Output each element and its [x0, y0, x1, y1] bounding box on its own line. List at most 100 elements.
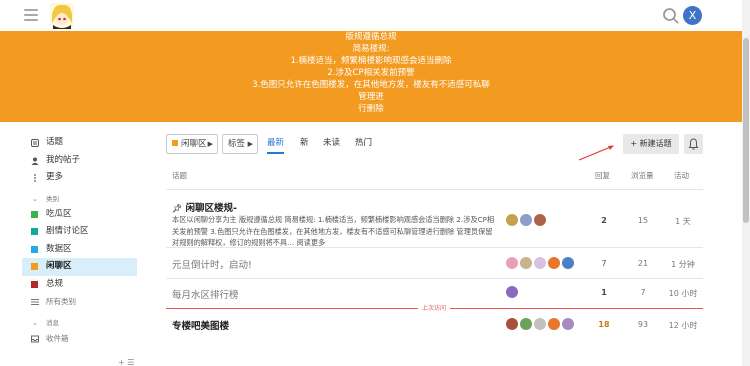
column-replies[interactable]: 回复 — [595, 170, 610, 181]
topic-title[interactable]: 元旦倒计时，启动! — [172, 257, 252, 271]
view-count: 15 — [637, 216, 649, 225]
avatar[interactable] — [534, 257, 546, 269]
column-topic[interactable]: 话题 — [172, 170, 187, 181]
topic-title[interactable]: 每月水区排行榜 — [172, 287, 239, 301]
sidebar-item-label: 总规 — [46, 278, 64, 289]
avatar[interactable] — [534, 214, 546, 226]
user-avatar[interactable]: X — [683, 6, 702, 25]
avatar[interactable] — [548, 257, 560, 269]
topic-controls: 闲聊区 ▶ 标签 ▶ 最新 新 未读 热门 + 新建话题 — [166, 134, 703, 154]
hamburger-menu-icon[interactable] — [24, 9, 38, 21]
notification-bell-button[interactable] — [684, 134, 703, 154]
category-color-swatch — [31, 228, 38, 235]
more-vertical-icon — [34, 174, 36, 182]
sidebar-item-label: 剧情讨论区 — [46, 226, 89, 236]
activity-time[interactable]: 12 小时 — [666, 320, 700, 331]
avatar[interactable] — [562, 257, 574, 269]
sidebar-item-label: 闲聊区 — [46, 261, 72, 271]
category-color-swatch — [172, 140, 178, 146]
reply-count[interactable]: 1 — [589, 288, 619, 297]
topic-title-text: 闲聊区楼规- — [185, 203, 237, 214]
table-header: 话题 回复 浏览量 活动 — [166, 158, 703, 190]
avatar[interactable] — [520, 318, 532, 330]
avatar[interactable] — [506, 318, 518, 330]
sidebar-item-label: 吃瓜区 — [46, 208, 72, 219]
table-row[interactable]: 元旦倒计时，启动! 7 21 1 分钟 — [166, 248, 703, 279]
activity-time[interactable]: 10 小时 — [666, 288, 700, 299]
new-topic-button[interactable]: + 新建话题 — [623, 134, 679, 154]
messages-heading: 消息 — [46, 318, 59, 327]
avatar[interactable] — [520, 257, 532, 269]
column-views[interactable]: 浏览量 — [631, 170, 654, 181]
column-activity[interactable]: 活动 — [674, 170, 689, 181]
sidebar-category-general-rules[interactable]: 总规 — [22, 276, 137, 294]
sidebar-category-data[interactable]: 数据区 — [22, 241, 137, 259]
sidebar-item-my-posts[interactable]: 我的帖子 — [22, 152, 137, 170]
sidebar-item-label: 更多 — [46, 172, 64, 182]
topic-title[interactable]: 专楼吧美图楼 — [172, 318, 229, 332]
sidebar-item-label: 收件箱 — [46, 333, 69, 343]
inbox-icon — [31, 335, 39, 342]
sidebar-item-more[interactable]: 更多 — [22, 169, 137, 187]
reply-count[interactable]: 18 — [589, 320, 619, 329]
caret-right-icon: ▶ — [207, 140, 213, 148]
messages-section-header[interactable]: ⌄ 消息 — [22, 316, 137, 330]
sidebar-all-categories[interactable]: 所有类别 — [22, 293, 137, 311]
caret-right-icon: ▶ — [247, 140, 253, 148]
top-header: X — [0, 0, 742, 31]
category-color-swatch — [31, 245, 38, 253]
search-icon[interactable] — [662, 7, 680, 25]
bell-icon — [688, 138, 699, 150]
sidebar-category-eating-melon[interactable]: 吃瓜区 — [22, 206, 137, 224]
tab-unread[interactable]: 未读 — [323, 134, 340, 152]
category-dropdown-label: 闲聊区 — [181, 139, 207, 149]
reply-count[interactable]: 2 — [589, 216, 619, 225]
avatar[interactable] — [506, 214, 518, 226]
scrollbar-thumb[interactable] — [743, 38, 749, 223]
banner-line: 2.涉及CP相关发前预警 — [327, 68, 415, 78]
banner-line: 3.色图只允许在色图楼发，在其他地方发，楼友有不适感可私聊管理进 — [252, 80, 490, 102]
avatar[interactable] — [506, 286, 518, 298]
user-icon — [31, 157, 39, 165]
category-color-swatch — [31, 263, 38, 270]
banner-line: 1.楠楼适当，频繁楠楼影响观感会适当删除 — [290, 56, 452, 66]
banner-line: 行删除 — [358, 104, 384, 114]
sidebar-item-label: 我的帖子 — [46, 154, 81, 165]
categories-section-header[interactable]: ⌄ 类别 — [22, 192, 137, 206]
avatar[interactable] — [520, 214, 532, 226]
tab-hot[interactable]: 热门 — [355, 134, 372, 152]
table-row[interactable]: 专楼吧美图楼 18 93 12 小时 — [166, 309, 703, 339]
topics-icon — [31, 139, 39, 147]
activity-time[interactable]: 1 分钟 — [666, 259, 700, 270]
activity-time[interactable]: 1 天 — [666, 216, 700, 227]
view-count: 21 — [637, 259, 649, 268]
categories-heading: 类别 — [46, 194, 59, 203]
table-row[interactable]: 📌︎ 闲聊区楼规- 本区以闲聊分享为主 版规遵循总规 简易楼规: 1.楠楼适当，… — [166, 190, 703, 248]
view-count: 7 — [640, 288, 646, 297]
category-dropdown[interactable]: 闲聊区 ▶ — [166, 134, 218, 154]
sidebar-footer-icons[interactable]: + ☰ — [118, 358, 134, 366]
sidebar-item-topics[interactable]: 话题 — [22, 134, 137, 152]
reply-count[interactable]: 7 — [589, 259, 619, 268]
banner-line: 简易楼规: — [352, 44, 390, 54]
chevron-down-icon: ⌄ — [32, 194, 38, 203]
site-logo[interactable] — [50, 3, 74, 29]
tab-new[interactable]: 新 — [300, 134, 309, 152]
avatar[interactable] — [534, 318, 546, 330]
topic-title[interactable]: 📌︎ 闲聊区楼规- — [172, 200, 237, 214]
sidebar-category-chat[interactable]: 闲聊区 — [22, 258, 137, 276]
avatar[interactable] — [562, 318, 574, 330]
avatar[interactable] — [506, 257, 518, 269]
tags-dropdown-label: 标签 — [228, 139, 246, 149]
list-icon — [31, 299, 39, 305]
tags-dropdown[interactable]: 标签 ▶ — [222, 134, 258, 154]
sidebar-item-label: 数据区 — [46, 243, 72, 254]
tab-latest[interactable]: 最新 — [267, 134, 285, 154]
sidebar-item-label: 所有类别 — [46, 297, 76, 306]
sidebar-category-plot-discussion[interactable]: 剧情讨论区 — [22, 223, 137, 241]
sidebar-inbox[interactable]: 收件箱 — [22, 330, 137, 348]
category-color-swatch — [31, 210, 38, 218]
pin-icon: 📌︎ — [172, 204, 183, 213]
avatar[interactable] — [548, 318, 560, 330]
category-color-swatch — [31, 280, 38, 288]
